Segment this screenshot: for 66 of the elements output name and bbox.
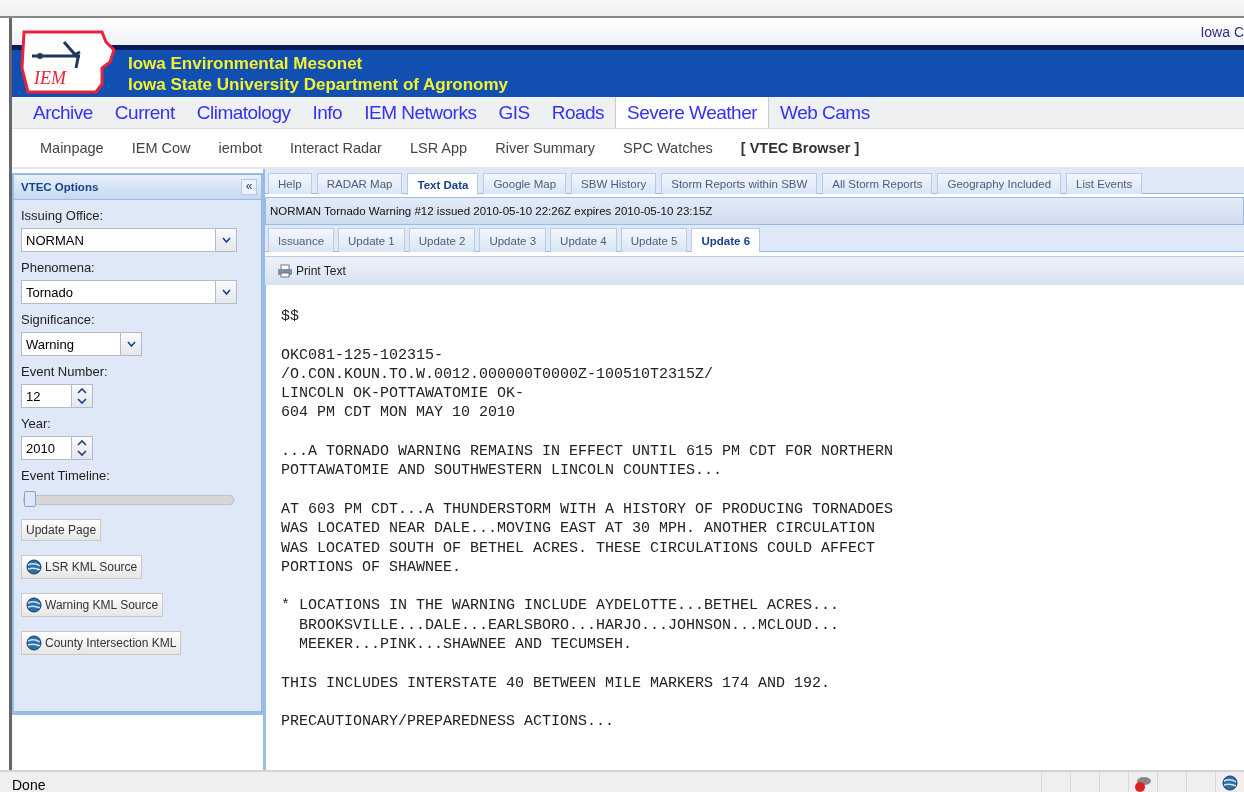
slider-thumb[interactable] — [24, 491, 36, 507]
field-label: Event Number: — [21, 364, 109, 379]
tab[interactable]: Google Map — [483, 173, 567, 194]
warning-title-bar: NORMAN Tornado Warning #12 issued 2010-05-10 22:26Z expires 2010-05-10 23:15Z — [265, 197, 1244, 225]
tab[interactable]: RADAR Map — [316, 173, 403, 194]
update-page-button[interactable]: Update Page — [21, 519, 102, 541]
subnav-link[interactable]: IEM Cow — [117, 140, 205, 156]
tab[interactable]: List Events — [1066, 173, 1143, 194]
tab[interactable]: Issuance — [268, 228, 335, 252]
security-icon — [1134, 775, 1152, 792]
nav-tab[interactable]: IEM Networks — [353, 97, 488, 128]
print-text-button[interactable]: Print Text — [275, 262, 348, 280]
tab[interactable]: Update 5 — [620, 228, 688, 252]
subnav-link[interactable]: Interact Radar — [276, 140, 396, 156]
tab[interactable]: Storm Reports within SBW — [661, 173, 818, 194]
nav-tab[interactable]: Info — [301, 97, 354, 128]
panel-title: VTEC Options — [21, 181, 99, 193]
tab[interactable]: Update 3 — [479, 228, 547, 252]
kml-source-button[interactable]: County Intersection KML — [21, 631, 182, 655]
dropdown-field[interactable]: Tornado — [21, 280, 237, 304]
subnav-link[interactable]: Mainpage — [26, 140, 118, 156]
nav-tab[interactable]: Archive — [22, 97, 104, 128]
site-title: Iowa Environmental Mesonet — [128, 52, 364, 74]
globe-icon — [1222, 775, 1238, 791]
nav-tab[interactable]: Severe Weather — [615, 97, 770, 128]
globe-icon — [26, 597, 42, 613]
field-label: Issuing Office: — [21, 208, 105, 223]
dropdown-field[interactable]: Warning — [21, 332, 142, 356]
globe-icon — [26, 635, 42, 651]
subnav-link[interactable]: SPC Watches — [609, 140, 727, 156]
header-link[interactable]: Iowa C — [1200, 23, 1244, 40]
number-field[interactable]: 12 — [21, 384, 93, 408]
field-label: Phenomena: — [21, 260, 96, 275]
tab[interactable]: Text Data — [407, 173, 479, 195]
tab[interactable]: Help — [268, 173, 312, 194]
nav-tab[interactable]: Roads — [540, 97, 616, 128]
tab[interactable]: All Storm Reports — [822, 173, 933, 194]
nav-tab[interactable]: Web Cams — [769, 97, 881, 128]
subnav-link[interactable]: [ VTEC Browser ] — [726, 140, 874, 156]
field-label: Event Timeline: — [21, 468, 111, 483]
printer-icon — [277, 264, 293, 278]
tab[interactable]: Geography Included — [937, 173, 1062, 194]
tab[interactable]: Update 4 — [550, 228, 617, 252]
kml-source-button[interactable]: Warning KML Source — [21, 593, 164, 617]
nav-tab[interactable]: Current — [103, 97, 186, 128]
dropdown-field[interactable]: NORMAN — [21, 228, 237, 252]
field-label: Year: — [21, 416, 52, 431]
nav-tab[interactable]: Climatology — [185, 97, 302, 128]
tab[interactable]: Update 1 — [338, 228, 405, 252]
spinner-arrows-icon[interactable] — [71, 437, 92, 459]
status-text: Done — [11, 776, 47, 792]
spinner-arrows-icon[interactable] — [71, 385, 92, 407]
field-label: Significance: — [21, 312, 96, 327]
tab[interactable]: Update 2 — [408, 228, 476, 252]
number-field[interactable]: 2010 — [21, 436, 93, 460]
subnav-link[interactable]: River Summary — [481, 140, 610, 156]
subnav-link[interactable]: iembot — [204, 140, 277, 156]
collapse-button[interactable]: « — [241, 179, 257, 195]
logo-text: IEM — [34, 67, 66, 88]
kml-source-button[interactable]: LSR KML Source — [21, 555, 143, 579]
site-subtitle: Iowa State University Department of Agronomy — [128, 73, 509, 95]
tab[interactable]: SBW History — [571, 173, 657, 194]
nav-tab[interactable]: GIS — [487, 97, 541, 128]
tab[interactable]: Update 6 — [691, 228, 761, 252]
globe-icon — [26, 559, 42, 575]
subnav-link[interactable]: LSR App — [395, 140, 482, 156]
